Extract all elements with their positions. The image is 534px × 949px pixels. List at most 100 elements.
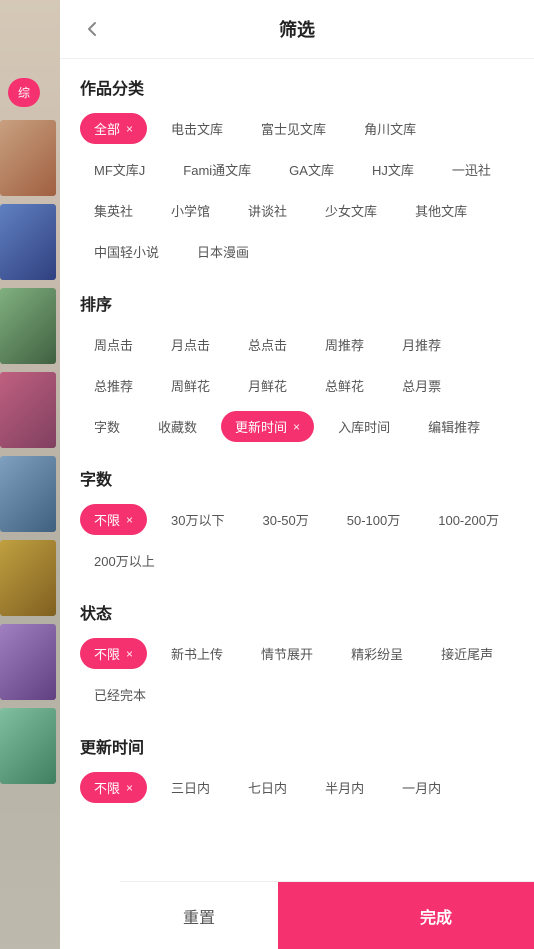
filter-tag[interactable]: 入库时间 <box>324 411 404 442</box>
filter-tag[interactable]: 总推荐 <box>80 370 147 401</box>
filter-tag[interactable]: 角川文库 <box>350 113 430 144</box>
filter-tag[interactable]: 其他文库 <box>401 195 481 226</box>
filter-tag[interactable]: GA文库 <box>275 154 348 185</box>
reset-button[interactable]: 重置 <box>120 882 278 949</box>
confirm-button[interactable]: 完成 <box>278 882 534 949</box>
status-section-title: 状态 <box>80 600 514 624</box>
filter-tag[interactable]: 七日内 <box>234 772 301 803</box>
filter-tag[interactable]: 周点击 <box>80 329 147 360</box>
tag-close-icon: × <box>126 122 133 136</box>
filter-tag[interactable]: 情节展开 <box>247 638 327 669</box>
filter-tag[interactable]: 50-100万 <box>333 504 414 535</box>
filter-tag[interactable]: 小学馆 <box>157 195 224 226</box>
tag-label: 月鲜花 <box>248 376 287 395</box>
tag-label: 不限 <box>94 778 120 797</box>
filter-tag[interactable]: 不限 × <box>80 772 147 803</box>
tag-label: 不限 <box>94 510 120 529</box>
filter-tag[interactable]: 少女文库 <box>311 195 391 226</box>
filter-tag[interactable]: 三日内 <box>157 772 224 803</box>
filter-tag[interactable]: 电击文库 <box>157 113 237 144</box>
tag-label: 电击文库 <box>171 119 223 138</box>
filter-tag[interactable]: 中国轻小说 <box>80 236 173 267</box>
filter-tag[interactable]: 30-50万 <box>249 504 323 535</box>
filter-tag[interactable]: 日本漫画 <box>183 236 263 267</box>
tag-label: 总月票 <box>402 376 441 395</box>
sort-section: 排序 周点击 月点击 总点击 周推荐 月推荐总推荐 周鲜花 月鲜花 总鲜花 总月票字数 收藏数 更新… <box>80 291 514 442</box>
sort-tags: 周点击 月点击 总点击 周推荐 月推荐总推荐 周鲜花 月鲜花 总鲜花 总月票字数 收藏数 更新时间×… <box>80 329 514 442</box>
tag-label: 全部 <box>94 119 120 138</box>
filter-tag[interactable]: 不限 × <box>80 504 147 535</box>
filter-tag[interactable]: 接近尾声 <box>427 638 507 669</box>
filter-tag[interactable]: 集英社 <box>80 195 147 226</box>
filter-tag[interactable]: 30万以下 <box>157 504 238 535</box>
tag-label: 富士见文库 <box>261 119 326 138</box>
tag-label: 30万以下 <box>171 510 224 529</box>
tag-label: 周推荐 <box>325 335 364 354</box>
filter-tag[interactable]: 半月内 <box>311 772 378 803</box>
filter-tag[interactable]: Fami通文库 <box>169 154 265 185</box>
tag-close-icon: × <box>126 513 133 527</box>
sort-section-title: 排序 <box>80 291 514 315</box>
filter-tag[interactable]: 一月内 <box>388 772 455 803</box>
filter-tag[interactable]: 全部 × <box>80 113 147 144</box>
filter-tag[interactable]: 精彩纷呈 <box>337 638 417 669</box>
filter-tag[interactable]: 总点击 <box>234 329 301 360</box>
filter-tag[interactable]: 已经完本 <box>80 679 160 710</box>
filter-tag[interactable]: 总鲜花 <box>311 370 378 401</box>
tag-label: 编辑推荐 <box>428 417 480 436</box>
category-section-title: 作品分类 <box>80 75 514 99</box>
tag-label: 收藏数 <box>158 417 197 436</box>
update-time-section-title: 更新时间 <box>80 734 514 758</box>
filter-tag[interactable]: 不限× <box>80 638 147 669</box>
tag-label: MF文库J <box>94 160 145 179</box>
tag-label: 50-100万 <box>347 510 400 529</box>
filter-tag[interactable]: 周推荐 <box>311 329 378 360</box>
tag-close-icon: × <box>126 647 133 661</box>
filter-tag[interactable]: 新书上传 <box>157 638 237 669</box>
filter-tag[interactable]: 讲谈社 <box>234 195 301 226</box>
filter-panel: 筛选 作品分类 全部 × 电击文库 富士见文库 角川文库 MF文库J Fami通文库 GA文库… <box>60 0 534 949</box>
tag-label: 情节展开 <box>261 644 313 663</box>
category-pill[interactable]: 综 <box>8 78 40 107</box>
tag-label: 三日内 <box>171 778 210 797</box>
filter-tag[interactable]: 200万以上 <box>80 545 169 576</box>
status-section: 状态 不限× 新书上传 情节展开 精彩纷呈 接近尾声已经完本 <box>80 600 514 710</box>
book-cover-item <box>0 456 56 532</box>
filter-tag[interactable]: 月推荐 <box>388 329 455 360</box>
tag-label: 一迅社 <box>452 160 491 179</box>
tag-label: 精彩纷呈 <box>351 644 403 663</box>
tag-label: 一月内 <box>402 778 441 797</box>
filter-tag[interactable]: 富士见文库 <box>247 113 340 144</box>
tag-label: GA文库 <box>289 160 334 179</box>
tag-label: 日本漫画 <box>197 242 249 261</box>
filter-tag[interactable]: MF文库J <box>80 154 159 185</box>
tag-close-icon: × <box>126 781 133 795</box>
filter-tag[interactable]: 总月票 <box>388 370 455 401</box>
filter-tag[interactable]: 更新时间× <box>221 411 314 442</box>
filter-tag[interactable]: 一迅社 <box>438 154 505 185</box>
filter-tag[interactable]: 编辑推荐 <box>414 411 494 442</box>
tag-label: 角川文库 <box>364 119 416 138</box>
tag-label: 小学馆 <box>171 201 210 220</box>
tag-label: 总推荐 <box>94 376 133 395</box>
wordcount-section-title: 字数 <box>80 466 514 490</box>
back-button[interactable] <box>76 13 108 45</box>
update-time-tags: 不限 × 三日内 七日内半月内 一月内 <box>80 772 514 803</box>
category-tags: 全部 × 电击文库 富士见文库 角川文库 MF文库J Fami通文库 GA文库 HJ文库 一迅社集… <box>80 113 514 267</box>
tag-label: 接近尾声 <box>441 644 493 663</box>
filter-tag[interactable]: 100-200万 <box>424 504 513 535</box>
filter-tag[interactable]: 字数 <box>80 411 134 442</box>
filter-tag[interactable]: 收藏数 <box>144 411 211 442</box>
filter-tag[interactable]: 月点击 <box>157 329 224 360</box>
filter-tag[interactable]: HJ文库 <box>358 154 428 185</box>
tag-label: 中国轻小说 <box>94 242 159 261</box>
book-cover-item <box>0 372 56 448</box>
bottom-action-bar: 重置 完成 <box>120 881 534 949</box>
tag-label: 总鲜花 <box>325 376 364 395</box>
tag-label: 更新时间 <box>235 417 287 436</box>
filter-tag[interactable]: 周鲜花 <box>157 370 224 401</box>
filter-tag[interactable]: 月鲜花 <box>234 370 301 401</box>
tag-label: 集英社 <box>94 201 133 220</box>
panel-header: 筛选 <box>60 0 534 59</box>
tag-label: 月点击 <box>171 335 210 354</box>
